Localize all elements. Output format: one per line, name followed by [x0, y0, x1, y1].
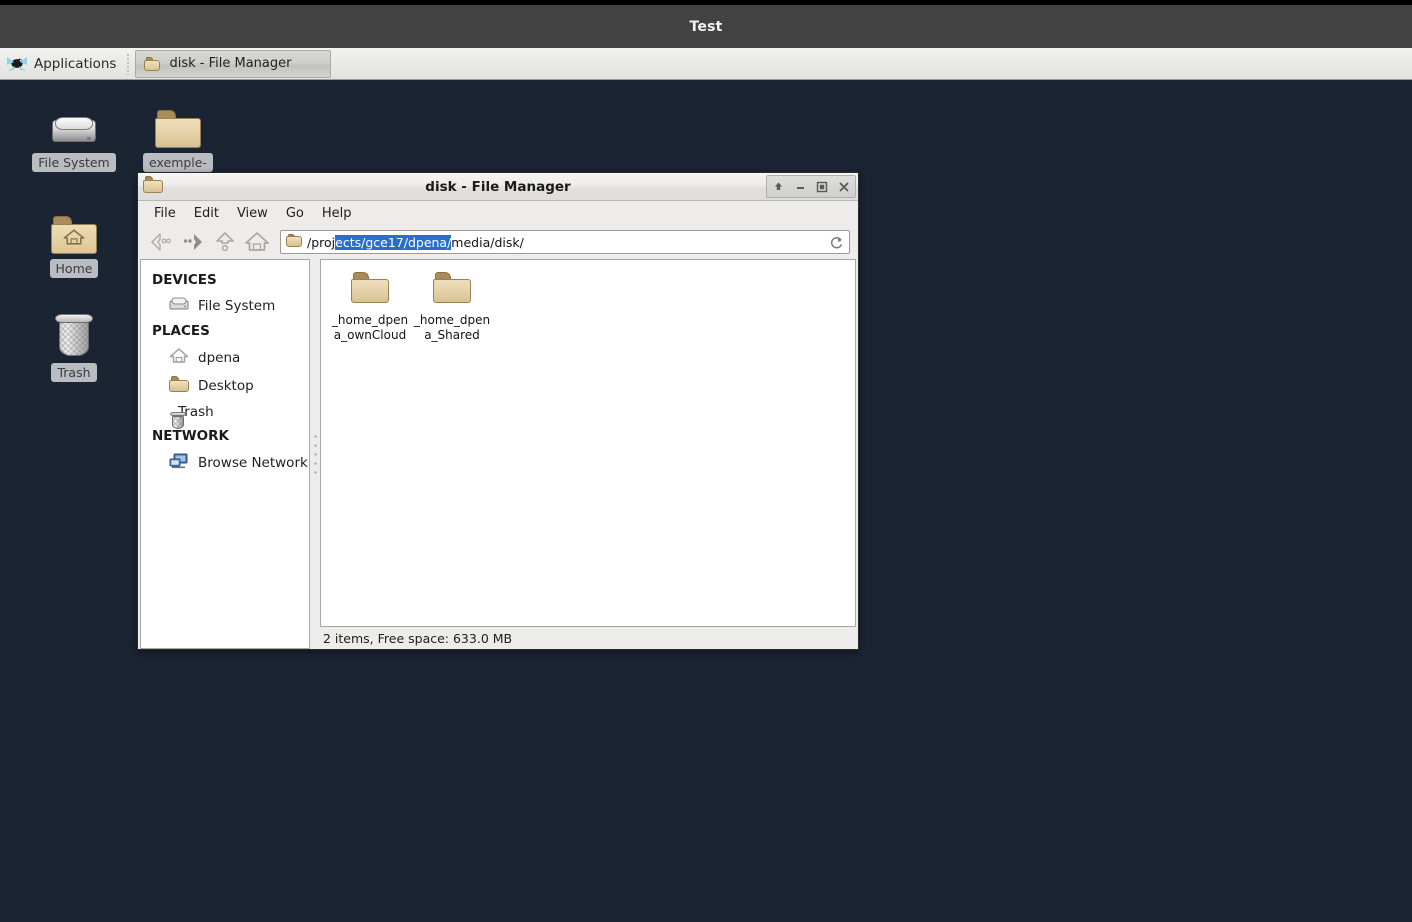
desktop-icon-home[interactable]: Home	[28, 206, 120, 278]
path-selection: ects/gce17/dpena/	[335, 235, 451, 250]
menu-item-help[interactable]: Help	[314, 204, 360, 223]
desktop-icon-label: File System	[32, 153, 116, 172]
back-icon[interactable]	[146, 228, 176, 256]
path-text: /projects/gce17/dpena/media/disk/	[307, 235, 826, 250]
menu-item-edit[interactable]: Edit	[186, 204, 227, 223]
file-item-label: _home_dpena_Shared	[411, 313, 493, 343]
file-item[interactable]: _home_dpena_ownCloud	[329, 272, 411, 343]
main-pane: _home_dpena_ownCloud _home_dpena_Shared …	[320, 259, 856, 649]
sidebar-item-label: Desktop	[198, 378, 254, 394]
close-button[interactable]	[833, 176, 855, 197]
path-input[interactable]: /projects/gce17/dpena/media/disk/	[280, 230, 850, 254]
file-item-label: _home_dpena_ownCloud	[329, 313, 411, 343]
trash-icon	[54, 310, 94, 358]
screen-title: Test	[689, 19, 722, 35]
menu-bar: File Edit View Go Help	[138, 201, 858, 225]
desktop-folder-icon	[169, 376, 189, 396]
splitter-grip	[314, 432, 317, 476]
sidebar-item-label: File System	[198, 298, 275, 314]
panel-separator	[127, 53, 129, 75]
path-prefix: /proj	[307, 235, 335, 250]
sidebar: DEVICES File System PLACES	[140, 259, 310, 649]
sidebar-item-label: dpena	[198, 350, 240, 366]
window-body: DEVICES File System PLACES	[138, 259, 858, 649]
folder-icon	[155, 100, 201, 148]
menu-item-file[interactable]: File	[146, 204, 184, 223]
path-suffix: media/disk/	[451, 235, 524, 250]
sidebar-item-label: Browse Network	[198, 455, 308, 471]
file-list-view[interactable]: _home_dpena_ownCloud _home_dpena_Shared	[320, 259, 856, 627]
folder-icon	[433, 272, 471, 307]
applications-menu-button[interactable]: Applications	[0, 49, 124, 79]
home-icon	[169, 347, 189, 368]
file-item[interactable]: _home_dpena_Shared	[411, 272, 493, 343]
sidebar-group-devices: DEVICES	[141, 268, 309, 292]
maximize-button[interactable]	[811, 176, 833, 197]
sidebar-item-browse-network[interactable]: Browse Network	[141, 448, 309, 477]
window-title: disk - File Manager	[138, 179, 858, 195]
status-bar: 2 items, Free space: 633.0 MB	[320, 627, 856, 649]
sidebar-item-trash[interactable]: Trash	[141, 400, 309, 424]
taskbar-item-label: disk - File Manager	[169, 56, 291, 71]
desktop-icon-label: Home	[50, 259, 99, 278]
toolbar: /projects/gce17/dpena/media/disk/	[138, 225, 858, 259]
network-icon	[169, 452, 189, 473]
minimize-button[interactable]	[789, 176, 811, 197]
menu-item-go[interactable]: Go	[278, 204, 312, 223]
applications-menu-label: Applications	[34, 56, 116, 72]
sidebar-item-file-system[interactable]: File System	[141, 292, 309, 319]
reload-icon[interactable]	[826, 232, 846, 252]
screen-title-bar: Test	[0, 5, 1412, 48]
folder-icon	[286, 234, 302, 251]
pane-splitter[interactable]	[310, 259, 320, 649]
desktop-icon-file-system[interactable]: File System	[28, 100, 120, 172]
home-icon[interactable]	[242, 228, 272, 256]
forward-icon[interactable]	[178, 228, 208, 256]
window-title-bar[interactable]: disk - File Manager	[138, 173, 858, 201]
sidebar-item-dpena[interactable]: dpena	[141, 343, 309, 372]
desktop-icon-trash[interactable]: Trash	[28, 310, 120, 382]
desktop-icon-exemple[interactable]: exemple-	[132, 100, 224, 172]
desktop-icon-label: Trash	[51, 363, 96, 382]
taskbar-panel: Applications disk - File Manager	[0, 48, 1412, 80]
home-folder-icon	[51, 206, 97, 254]
xfce-mouse-icon	[6, 54, 28, 73]
folder-icon	[144, 57, 160, 71]
menu-item-view[interactable]: View	[229, 204, 276, 223]
harddisk-icon	[169, 296, 189, 315]
taskbar-item-file-manager[interactable]: disk - File Manager	[135, 50, 331, 78]
sidebar-group-network: NETWORK	[141, 424, 309, 448]
folder-icon	[351, 272, 389, 307]
desktop-icon-label: exemple-	[143, 153, 213, 172]
shade-button[interactable]	[767, 176, 789, 197]
file-manager-window: disk - File Manager	[137, 172, 859, 650]
harddisk-icon	[50, 100, 98, 148]
sidebar-item-desktop[interactable]: Desktop	[141, 372, 309, 400]
sidebar-group-places: PLACES	[141, 319, 309, 343]
window-controls	[766, 175, 856, 198]
folder-icon	[143, 176, 163, 197]
up-icon[interactable]	[210, 228, 240, 256]
